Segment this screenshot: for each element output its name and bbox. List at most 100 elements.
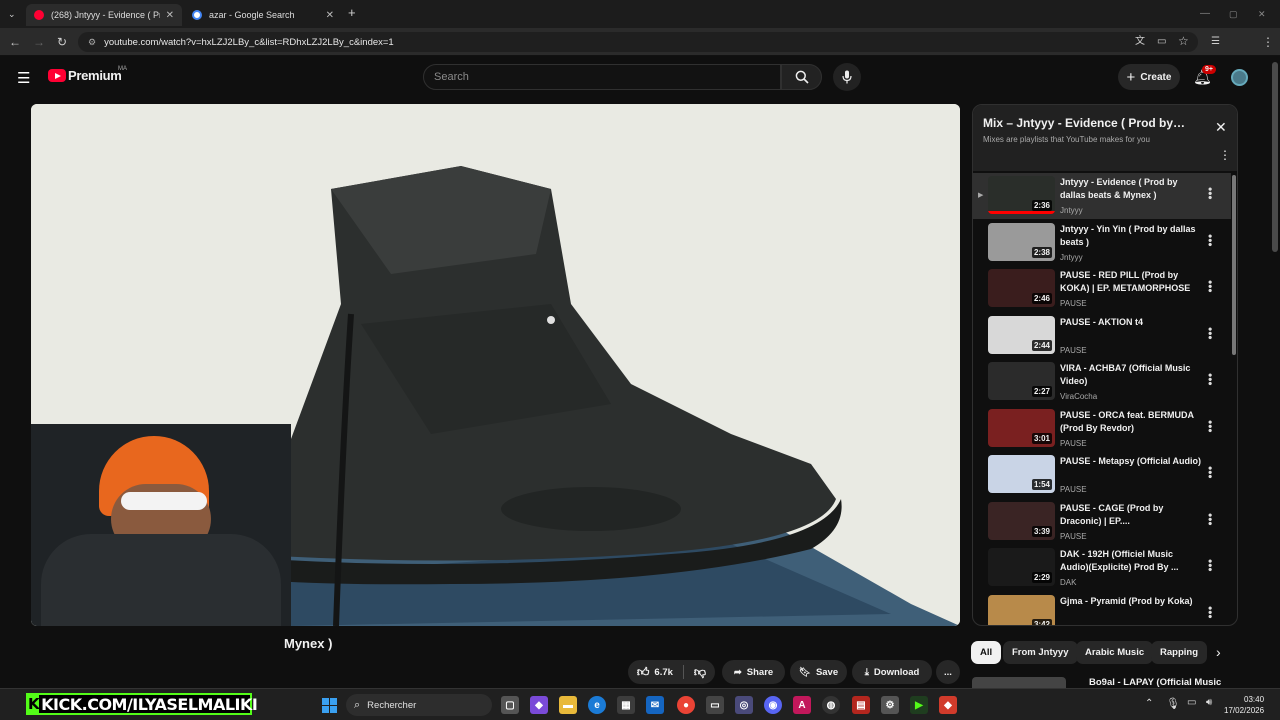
- playlist-item-title[interactable]: PAUSE - RED PILL (Prod by KOKA) | EP. ME…: [1060, 269, 1203, 295]
- browser-menu-icon[interactable]: ⋮: [1262, 36, 1274, 48]
- close-playlist-icon[interactable]: ✕: [1215, 119, 1227, 136]
- network-icon[interactable]: ▭: [1187, 697, 1196, 708]
- item-menu-icon[interactable]: •••: [1203, 327, 1217, 340]
- close-window-icon[interactable]: ✕: [1258, 8, 1266, 20]
- adobe-app-icon[interactable]: A: [793, 696, 811, 714]
- playlist-item[interactable]: 2:46 PAUSE - RED PILL (Prod by KOKA) | EP…: [973, 266, 1231, 312]
- edge-browser-icon[interactable]: e: [588, 696, 606, 714]
- video-thumbnail[interactable]: 2:38: [988, 222, 1055, 261]
- game-controller-icon[interactable]: ◎: [735, 696, 753, 714]
- item-menu-icon[interactable]: •••: [1203, 513, 1217, 526]
- playlist-item-channel[interactable]: PAUSE: [1060, 439, 1087, 448]
- chip-arabic-music[interactable]: Arabic Music: [1076, 641, 1154, 664]
- playlist-menu-icon[interactable]: ⋮: [1219, 148, 1231, 162]
- item-menu-icon[interactable]: •••: [1203, 466, 1217, 479]
- obs-icon[interactable]: ◍: [822, 696, 840, 714]
- pinned-app-icon[interactable]: ◆: [939, 696, 957, 714]
- item-menu-icon[interactable]: •••: [1203, 187, 1217, 200]
- download-button[interactable]: ⤓ Download: [852, 660, 932, 684]
- playlist-item-title[interactable]: Jntyyy - Evidence ( Prod by dallas beats…: [1060, 176, 1203, 202]
- volume-icon[interactable]: 🔊︎: [1206, 697, 1212, 708]
- playlist-item[interactable]: 2:27 VIRA - ACHBA7 (Official Music Video)…: [973, 359, 1231, 405]
- maximize-icon[interactable]: ▢: [1229, 8, 1238, 20]
- account-avatar[interactable]: [1231, 69, 1248, 86]
- video-thumbnail[interactable]: 2:29: [988, 548, 1055, 586]
- microsoft-store-icon[interactable]: ▦: [617, 696, 635, 714]
- tab-google[interactable]: azar - Google Search ✕: [184, 4, 342, 26]
- tray-overflow-chevron-icon[interactable]: ⌃: [1145, 698, 1153, 709]
- discord-icon[interactable]: ◉: [764, 696, 782, 714]
- playlist-item-channel[interactable]: ViraCocha: [1060, 392, 1097, 401]
- url-omnibox[interactable]: ⚙ youtube.com/watch?v=hxLZJ2LBy_c&list=R…: [78, 32, 1198, 52]
- back-arrow-icon[interactable]: ←: [9, 36, 21, 48]
- video-player[interactable]: [31, 104, 960, 626]
- like-count[interactable]: 6.7k: [654, 667, 673, 678]
- playlist-item[interactable]: 3:39 PAUSE - CAGE (Prod by Draconic) | EP…: [973, 499, 1231, 545]
- playlist-item-title[interactable]: DAK - 192H (Officiel Music Audio)(Explic…: [1060, 548, 1203, 574]
- playlist-item[interactable]: ▶ 2:36 Jntyyy - Evidence ( Prod by dallas …: [973, 173, 1231, 219]
- reload-icon[interactable]: ↻: [57, 36, 67, 48]
- item-menu-icon[interactable]: •••: [1203, 234, 1217, 247]
- new-tab-button[interactable]: +: [348, 6, 356, 19]
- tray-microphone-icon[interactable]: 🎙︎: [1166, 697, 1180, 710]
- youtube-premium-label[interactable]: Premium: [68, 68, 122, 83]
- playlist-item-title[interactable]: PAUSE - Metapsy (Official Audio): [1060, 455, 1203, 468]
- kick-app-icon[interactable]: ▶: [910, 696, 928, 714]
- playlist-item-channel[interactable]: PAUSE: [1060, 485, 1087, 494]
- media-app-icon[interactable]: ▭: [706, 696, 724, 714]
- playlist-item-channel[interactable]: GJMA: [1060, 625, 1082, 626]
- chip-all[interactable]: All: [971, 641, 1002, 664]
- playlist-item-title[interactable]: PAUSE - AKTION t4: [1060, 316, 1203, 329]
- playlist-item-title[interactable]: Gjma - Pyramid (Prod by Koka): [1060, 595, 1203, 608]
- minimize-icon[interactable]: —: [1200, 8, 1210, 20]
- item-menu-icon[interactable]: •••: [1203, 373, 1217, 386]
- playlist-item-channel[interactable]: PAUSE: [1060, 532, 1087, 541]
- tab-search-chevron-icon[interactable]: ⌄: [8, 8, 16, 20]
- close-tab-icon[interactable]: ✕: [326, 10, 334, 21]
- system-clock[interactable]: 03:40 17/02/2026: [1224, 694, 1264, 716]
- reading-list-icon[interactable]: ☰: [1211, 36, 1220, 48]
- copilot-icon[interactable]: ◆: [530, 696, 548, 714]
- item-menu-icon[interactable]: •••: [1203, 606, 1217, 619]
- playlist-item-channel[interactable]: PAUSE: [1060, 346, 1087, 355]
- more-actions-button[interactable]: ...: [936, 660, 960, 684]
- search-button[interactable]: [781, 64, 822, 90]
- playlist-item[interactable]: 1:54 PAUSE - Metapsy (Official Audio) PAUS…: [973, 452, 1231, 498]
- video-thumbnail[interactable]: 2:44: [988, 315, 1055, 354]
- item-menu-icon[interactable]: •••: [1203, 280, 1217, 293]
- playlist-item[interactable]: 2:29 DAK - 192H (Officiel Music Audio)(Ex…: [973, 545, 1231, 591]
- translate-icon[interactable]: 文: [1135, 36, 1145, 48]
- chrome-icon[interactable]: ●: [677, 696, 695, 714]
- voice-search-button[interactable]: [833, 63, 861, 91]
- site-info-icon[interactable]: ⚙: [88, 37, 96, 48]
- playlist-item-title[interactable]: PAUSE - CAGE (Prod by Draconic) | EP....: [1060, 502, 1203, 528]
- video-thumbnail[interactable]: 2:46: [988, 269, 1055, 307]
- mail-icon[interactable]: ✉: [646, 696, 664, 714]
- chip-rapping[interactable]: Rapping: [1151, 641, 1207, 664]
- video-thumbnail[interactable]: 3:01: [988, 408, 1055, 447]
- search-input[interactable]: Search: [423, 64, 781, 90]
- playlist-scrollbar[interactable]: [1232, 175, 1236, 355]
- playlist-item-title[interactable]: VIRA - ACHBA7 (Official Music Video): [1060, 362, 1203, 388]
- like-thumb-icon[interactable]: 👍︎: [637, 665, 650, 680]
- playlist-title[interactable]: Mix – Jntyyy - Evidence ( Prod by…: [983, 116, 1203, 130]
- video-thumbnail[interactable]: 3:39: [988, 501, 1055, 540]
- next-video-title[interactable]: Bo9al - LAPAY (Official Music: [1089, 677, 1221, 688]
- next-video-thumbnail[interactable]: [972, 677, 1066, 688]
- playlist-item[interactable]: 3:42 Gjma - Pyramid (Prod by Koka) GJMA •••: [973, 592, 1231, 626]
- item-menu-icon[interactable]: •••: [1203, 420, 1217, 433]
- taskbar-search-box[interactable]: ⌕ Rechercher: [346, 694, 492, 716]
- playlist-item-channel[interactable]: Jntyyy: [1060, 253, 1083, 262]
- item-menu-icon[interactable]: •••: [1203, 559, 1217, 572]
- create-button[interactable]: + Create: [1118, 64, 1180, 90]
- playlist-item-channel[interactable]: DAK: [1060, 578, 1076, 587]
- chip-from-jntyyy[interactable]: From Jntyyy: [1003, 641, 1078, 664]
- close-tab-icon[interactable]: ✕: [166, 10, 174, 21]
- bookmark-star-icon[interactable]: ☆: [1178, 35, 1189, 47]
- playlist-item-title[interactable]: PAUSE - ORCA feat. BERMUDA (Prod By Revd…: [1060, 409, 1203, 435]
- file-explorer-icon[interactable]: ▬: [559, 696, 577, 714]
- chips-next-chevron-icon[interactable]: ›: [1216, 644, 1221, 660]
- video-thumbnail[interactable]: 2:27: [988, 362, 1055, 400]
- page-scrollbar[interactable]: [1272, 62, 1278, 252]
- dislike-thumb-icon[interactable]: 👎︎: [694, 665, 706, 680]
